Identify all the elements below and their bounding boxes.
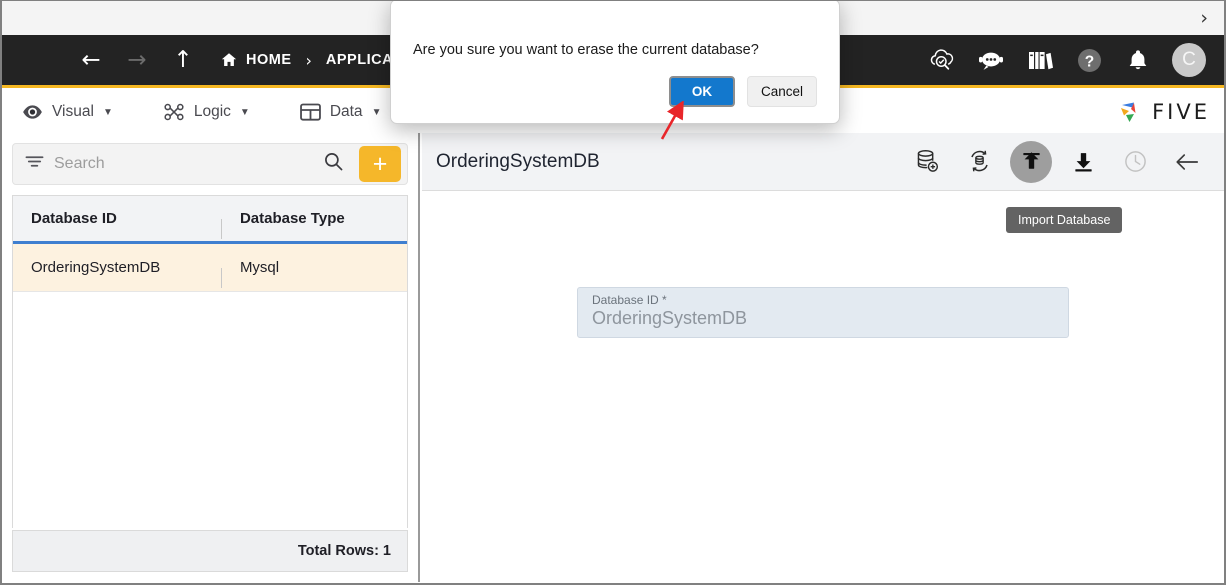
brand-name: FIVE [1152,100,1210,124]
refresh-database-icon[interactable] [958,141,1000,183]
grid-header-row: Database ID Database Type [13,196,407,244]
nav-right-group: ? C [927,43,1206,77]
cell-database-id: OrderingSystemDB [13,259,222,288]
column-header-database-type[interactable]: Database Type [222,210,407,227]
table-grid-icon [299,103,321,121]
cell-database-type: Mysql [239,259,280,276]
database-id-label: Database ID * [592,293,667,307]
total-rows-status: Total Rows: 1 [12,530,408,572]
column-header-database-id[interactable]: Database ID [13,210,222,239]
five-brand-logo: FIVE [1115,98,1210,126]
avatar-initial: C [1182,49,1196,70]
import-database-tooltip: Import Database [1006,207,1123,233]
chat-bot-icon[interactable] [976,45,1006,75]
nav-up-arrow-icon[interactable]: ↑ [160,48,206,72]
nav-back-arrow-icon[interactable]: ← [68,48,114,72]
books-icon[interactable] [1025,45,1055,75]
table-row[interactable]: OrderingSystemDB Mysql [13,244,407,292]
detail-header: OrderingSystemDB [422,133,1224,191]
detail-toolbar [906,140,1208,183]
menu-item-visual-label: Visual [52,103,94,120]
dialog-buttons: OK Cancel [669,76,817,107]
cancel-button[interactable]: Cancel [747,76,817,107]
chevron-down-icon: ▼ [239,106,250,118]
chevron-down-icon: ▼ [371,106,382,118]
breadcrumb-home-label: HOME [246,52,292,68]
menu-item-data[interactable]: Data ▼ [299,103,382,121]
menu-item-logic-label: Logic [193,103,231,120]
database-detail-panel: OrderingSystemDB Database ID * OrderingS… [422,133,1224,582]
menu-item-logic[interactable]: Logic ▼ [163,103,250,121]
user-avatar[interactable]: C [1172,43,1206,77]
nav-forward-arrow-icon[interactable]: → [114,48,160,72]
dialog-message: Are you sure you want to erase the curre… [413,42,759,58]
eye-icon [23,105,42,119]
add-database-button[interactable]: + [359,146,401,182]
notification-bell-icon[interactable] [1123,45,1153,75]
svg-text:?: ? [1084,53,1093,70]
back-arrow-icon[interactable] [1166,141,1208,183]
menu-item-data-label: Data [329,103,363,120]
page-title: OrderingSystemDB [436,150,600,172]
history-clock-icon [1114,141,1156,183]
breadcrumb-home[interactable]: HOME [220,51,292,69]
search-icon[interactable] [318,152,349,176]
database-list-panel: + Database ID Database Type OrderingSyst… [2,133,420,582]
database-grid: Database ID Database Type OrderingSystem… [12,195,408,528]
hamburger-menu-icon[interactable] [24,55,46,65]
database-id-field[interactable]: Database ID * OrderingSystemDB [577,287,1069,338]
home-icon [221,53,237,66]
forward-chevron-icon[interactable]: › [1200,8,1208,28]
menu-item-visual[interactable]: Visual ▼ [22,103,113,121]
five-pinwheel-icon [1121,102,1136,122]
cloud-search-icon[interactable] [927,45,957,75]
new-database-icon[interactable] [906,141,948,183]
application-window: › ← → ↑ HOME › APPLICATION ? C Visual ▼ … [0,0,1226,585]
export-database-icon[interactable] [1062,141,1104,183]
confirm-dialog: Are you sure you want to erase the curre… [390,1,840,124]
search-bar: + [12,143,408,185]
search-input[interactable] [54,155,308,173]
ok-button[interactable]: OK [669,76,735,107]
nav-left-group: ← → ↑ HOME › APPLICATION [24,48,429,72]
logic-nodes-icon [164,103,184,121]
chevron-down-icon: ▼ [102,106,113,118]
database-id-value: OrderingSystemDB [592,308,748,328]
grid-empty-space [13,292,407,528]
filter-icon[interactable] [25,154,44,174]
breadcrumb-separator: › [305,50,312,70]
import-database-icon[interactable] [1010,140,1052,183]
total-rows-label: Total Rows: 1 [297,543,391,559]
help-icon[interactable]: ? [1074,45,1104,75]
